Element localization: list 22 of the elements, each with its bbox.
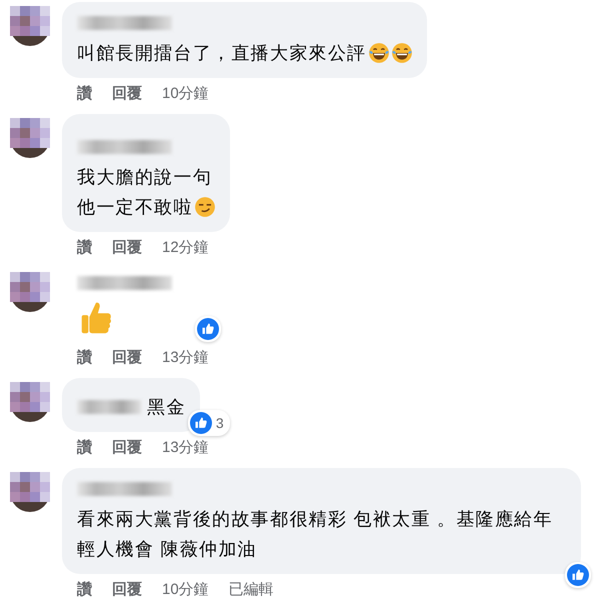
like-link[interactable]: 讚 [77,438,92,458]
comment-text: 我大膽的說一句 [77,166,212,189]
like-link[interactable]: 讚 [77,580,92,600]
like-link[interactable]: 讚 [77,348,92,368]
reply-link[interactable]: 回覆 [112,238,142,258]
like-link[interactable]: 讚 [77,84,92,104]
comment-text: 他一定不敢啦 [77,196,193,219]
timestamp[interactable]: 13分鐘 [162,438,209,458]
timestamp[interactable]: 10分鐘 [162,84,209,104]
reaction-badge[interactable]: 3 [188,410,230,436]
reply-link[interactable]: 回覆 [112,348,142,368]
comment-text: 黑金 [147,396,186,419]
timestamp[interactable]: 13分鐘 [162,348,209,368]
reply-link[interactable]: 回覆 [112,580,142,600]
comment-text: 看來兩大黨背後的故事都很精彩 包袱太重 。基隆應給年輕人機會 陳薇仲加油 [77,509,553,559]
reply-link[interactable]: 回覆 [112,84,142,104]
like-link[interactable]: 讚 [77,238,92,258]
edited-label: 已編輯 [228,580,274,600]
timestamp[interactable]: 12分鐘 [162,238,209,258]
timestamp[interactable]: 10分鐘 [162,580,209,600]
reply-link[interactable]: 回覆 [112,438,142,458]
comment-text: 叫館長開擂台了，直播大家來公評 [77,42,366,65]
